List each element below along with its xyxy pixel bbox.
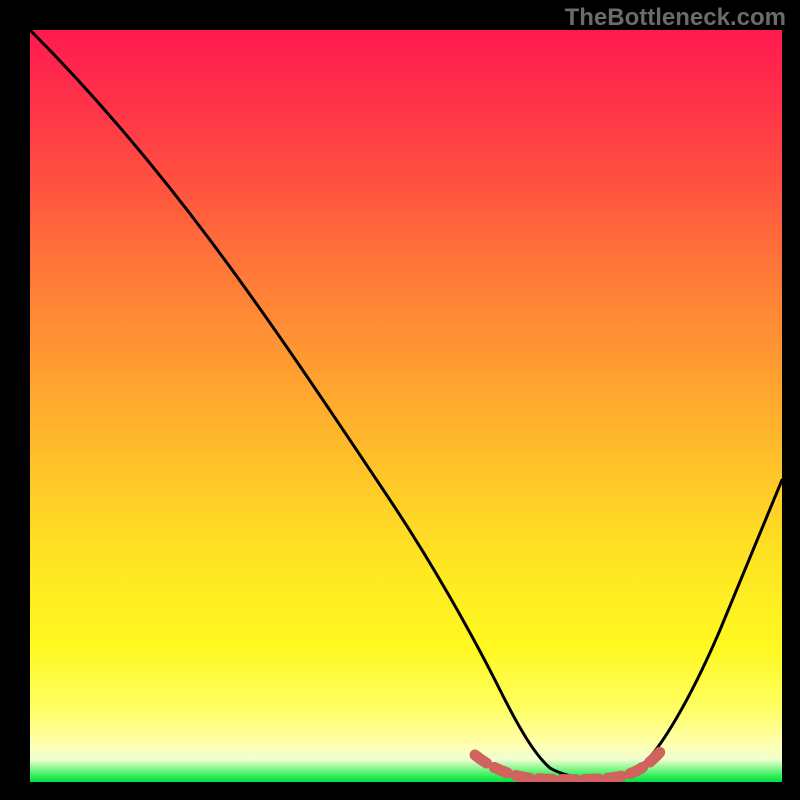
- plot-area: [30, 30, 782, 782]
- bottleneck-curve-line: [30, 30, 782, 778]
- chart-svg: [30, 30, 782, 782]
- chart-frame: TheBottleneck.com: [0, 0, 800, 800]
- highlight-zone-line: [475, 752, 660, 780]
- watermark-text: TheBottleneck.com: [565, 4, 786, 32]
